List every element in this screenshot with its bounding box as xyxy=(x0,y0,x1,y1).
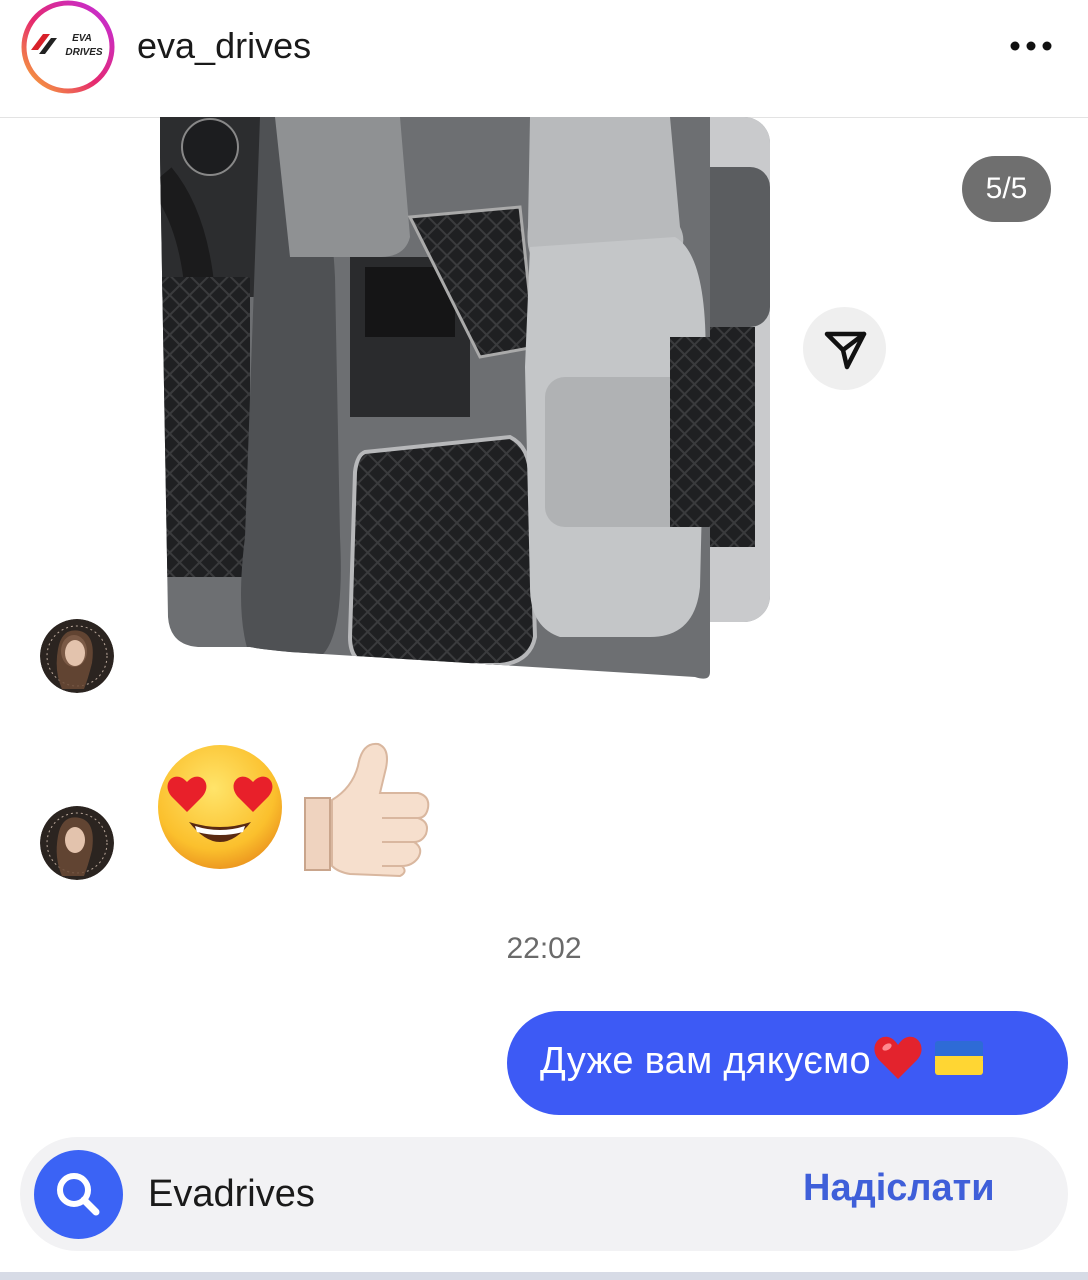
message-input[interactable] xyxy=(148,1167,748,1221)
bottom-edge-bar xyxy=(0,1272,1088,1280)
chat-header: EVA DRIVES eva_drives xyxy=(0,0,1088,118)
send-icon xyxy=(824,331,867,370)
shared-post-photo[interactable] xyxy=(150,117,790,697)
sender-avatar[interactable] xyxy=(40,619,114,693)
sender-avatar[interactable] xyxy=(40,806,114,880)
share-button[interactable] xyxy=(803,307,886,390)
message-timestamp: 22:02 xyxy=(506,932,582,965)
ukraine-flag-emoji xyxy=(934,1041,983,1085)
chat-username[interactable]: eva_drives xyxy=(137,25,311,67)
sent-message-text-wrap: Дуже вам дякуємо xyxy=(540,1035,983,1091)
profile-avatar[interactable]: EVA DRIVES xyxy=(17,0,119,96)
search-button[interactable] xyxy=(34,1150,123,1239)
send-button[interactable]: Надіслати xyxy=(803,1167,995,1210)
heart-eyes-emoji xyxy=(155,742,285,872)
sent-message-text: Дуже вам дякуємо xyxy=(540,1040,871,1083)
search-icon xyxy=(57,1173,100,1216)
red-heart-emoji xyxy=(873,1035,923,1091)
logo-line1: EVA xyxy=(72,33,92,44)
more-horizontal-icon[interactable] xyxy=(1009,36,1053,56)
thumbs-up-emoji xyxy=(300,738,435,878)
message-composer: Надіслати xyxy=(20,1137,1068,1251)
logo-line2: DRIVES xyxy=(65,47,103,58)
media-page-indicator: 5/5 xyxy=(962,156,1051,222)
sent-message-bubble[interactable]: Дуже вам дякуємо xyxy=(507,1011,1068,1115)
